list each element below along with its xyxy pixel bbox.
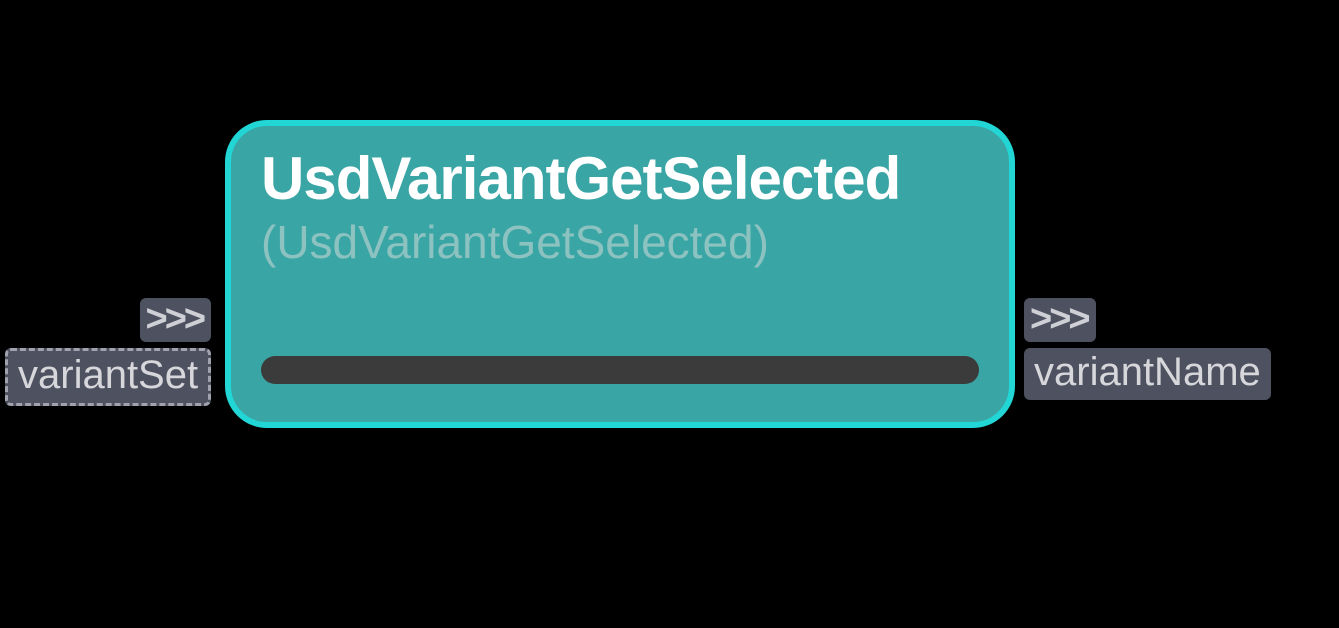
node-graph-canvas[interactable]: UsdVariantGetSelected (UsdVariantGetSele… — [0, 0, 1339, 628]
input-label-variantset[interactable]: variantSet — [5, 348, 211, 406]
node-title: UsdVariantGetSelected — [261, 144, 979, 213]
output-label-variantname[interactable]: variantName — [1024, 348, 1271, 400]
input-port-variantset[interactable]: >>> variantSet — [5, 298, 211, 406]
node-subtitle: (UsdVariantGetSelected) — [261, 215, 979, 269]
exec-out-arrows[interactable]: >>> — [1024, 298, 1096, 342]
node-progress-bar — [261, 356, 979, 384]
output-port-variantname[interactable]: >>> variantName — [1024, 298, 1271, 400]
node-usdvariantgetselected[interactable]: UsdVariantGetSelected (UsdVariantGetSele… — [225, 120, 1015, 428]
exec-in-arrows[interactable]: >>> — [140, 298, 212, 342]
